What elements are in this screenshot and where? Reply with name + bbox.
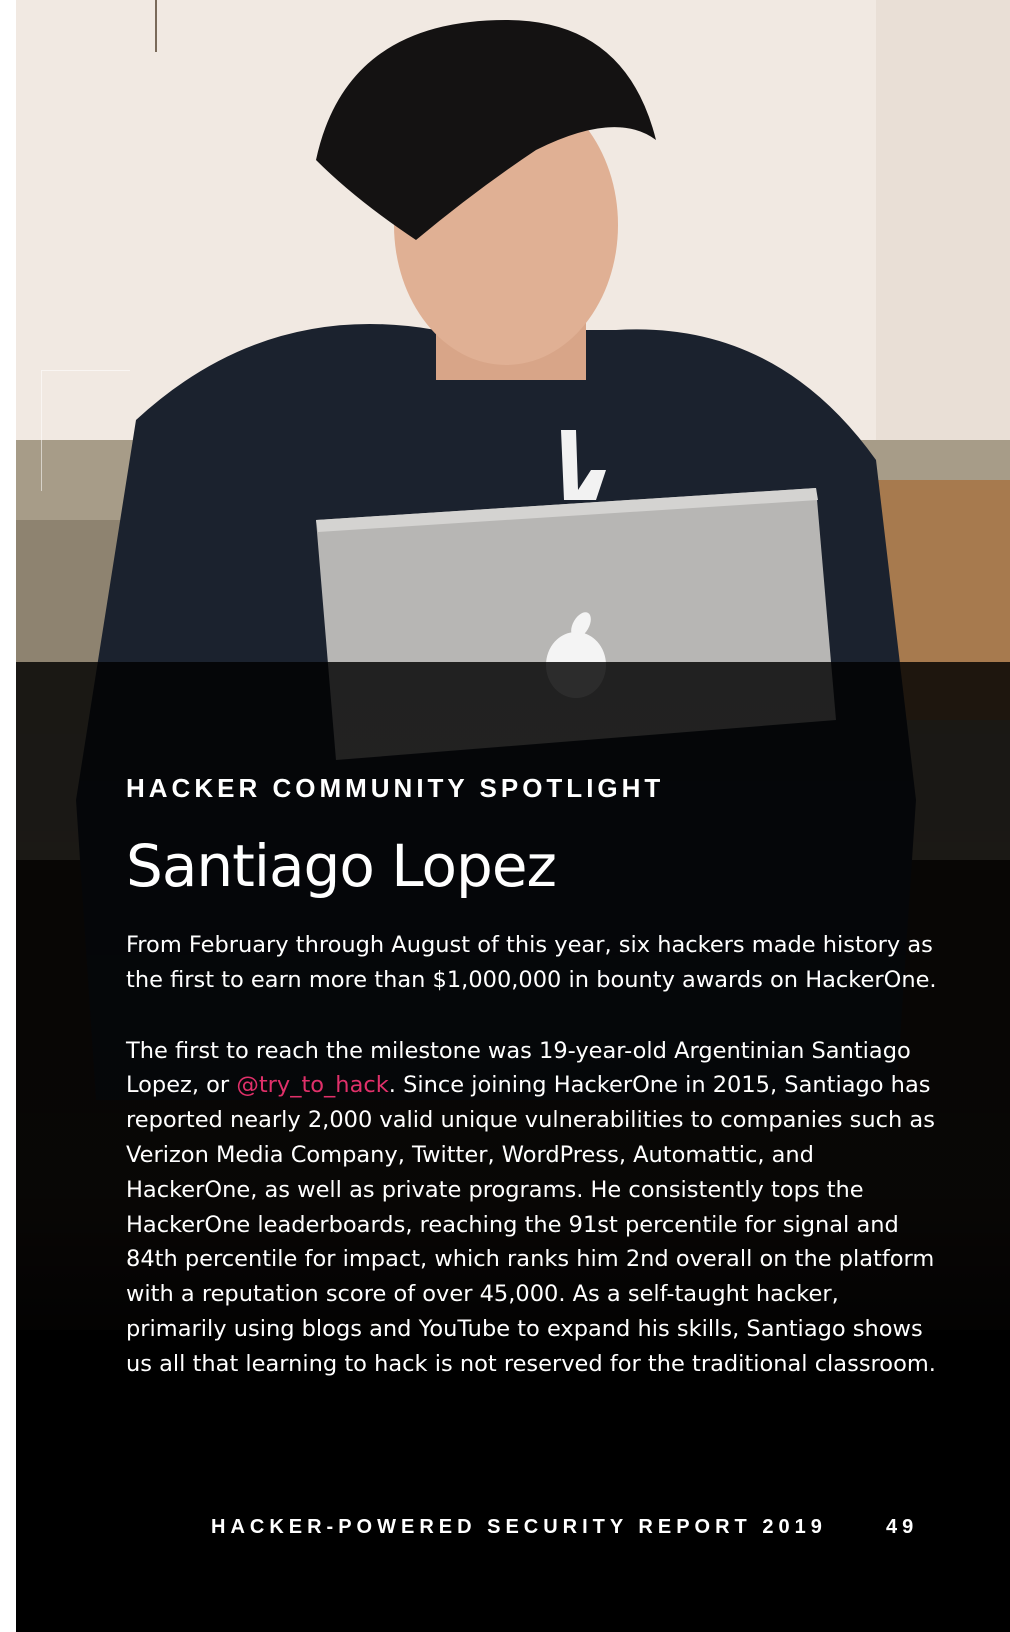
twitter-handle-link[interactable]: @try_to_hack bbox=[236, 1072, 388, 1098]
bio-text-after-handle: . Since joining HackerOne in 2015, Santi… bbox=[126, 1072, 936, 1377]
report-title: HACKER-POWERED SECURITY REPORT 2019 bbox=[211, 1516, 827, 1538]
page-number: 49 bbox=[886, 1516, 919, 1538]
intro-paragraph: From February through August of this yea… bbox=[126, 932, 937, 993]
page-footer: HACKER-POWERED SECURITY REPORT 2019 49 bbox=[16, 1516, 1010, 1546]
spotlight-name: Santiago Lopez bbox=[126, 832, 557, 900]
corner-bracket-decoration bbox=[41, 370, 130, 491]
spotlight-content: HACKER COMMUNITY SPOTLIGHT Santiago Lope… bbox=[126, 770, 946, 1418]
section-eyebrow: HACKER COMMUNITY SPOTLIGHT bbox=[126, 773, 665, 803]
report-page: HACKER COMMUNITY SPOTLIGHT Santiago Lope… bbox=[16, 0, 1010, 1632]
bio-paragraph: The first to reach the milestone was 19-… bbox=[126, 1034, 946, 1382]
